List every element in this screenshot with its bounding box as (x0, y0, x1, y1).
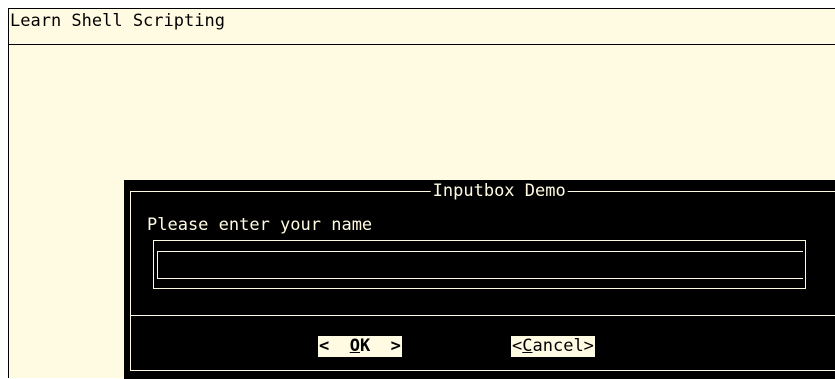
inputbox-dialog: Inputbox Demo Please enter your name < O… (124, 180, 835, 379)
backtitle-divider (9, 44, 835, 45)
button-divider (130, 315, 835, 316)
name-input-field[interactable] (157, 251, 803, 279)
cancel-button-rest: ancel> (532, 336, 594, 356)
name-input[interactable] (153, 240, 806, 289)
ok-button-hotkey: O (349, 336, 360, 356)
cancel-button-left: < (512, 336, 523, 356)
cancel-button-hotkey: C (522, 336, 533, 356)
backtitle: Learn Shell Scripting (10, 11, 225, 31)
cancel-button[interactable]: <Cancel> (511, 336, 595, 357)
dialog-prompt: Please enter your name (147, 215, 373, 235)
ok-button-rest: K > (359, 336, 401, 356)
terminal-screen: Learn Shell Scripting Inputbox Demo Plea… (8, 8, 835, 379)
dialog-title: Inputbox Demo (430, 181, 568, 201)
ok-button[interactable]: < OK > (318, 336, 402, 357)
ok-button-left: < (319, 336, 350, 356)
